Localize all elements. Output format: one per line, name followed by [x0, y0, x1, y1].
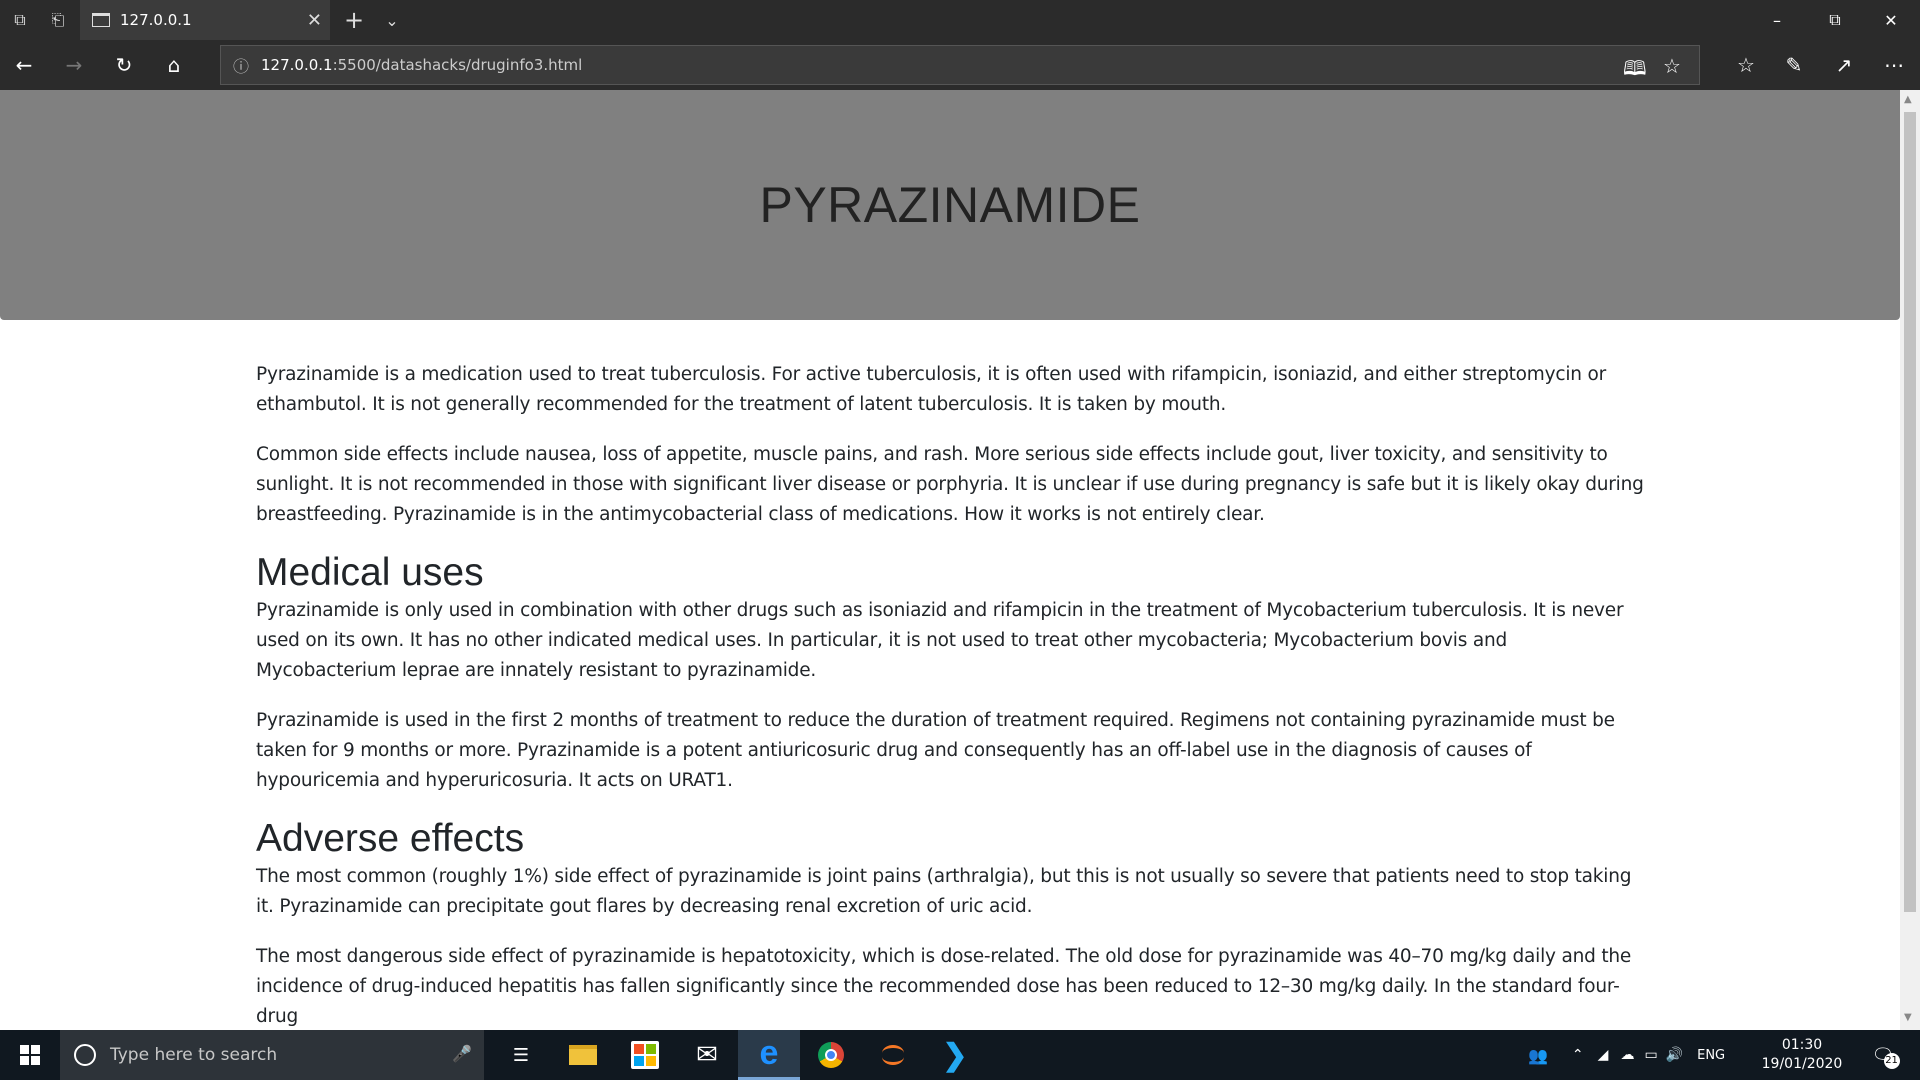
tab-title: 127.0.0.1	[120, 11, 192, 29]
section-paragraph: The most dangerous side effect of pyrazi…	[256, 946, 1632, 1027]
browser-tab[interactable]: 127.0.0.1 ✕	[80, 0, 330, 40]
section-heading-medical-uses: Medical uses	[256, 551, 484, 594]
page-icon	[92, 13, 110, 27]
reading-view-icon[interactable]: 🕮	[1623, 54, 1647, 88]
page-viewport: PYRAZINAMIDE Pyrazinamide is a medicatio…	[0, 90, 1900, 1030]
restore-icon[interactable]: ⧉	[1806, 0, 1864, 40]
edge-icon[interactable]: e	[738, 1030, 800, 1080]
forward-icon[interactable]: →	[62, 53, 86, 77]
pen-icon[interactable]: ✎	[1782, 53, 1806, 77]
site-info-icon[interactable]: ⓘ	[221, 53, 261, 77]
cortana-icon	[74, 1044, 96, 1066]
tab-actions-icon[interactable]: ⧉	[8, 8, 32, 32]
title-bar: ⧉ ⎗ 127.0.0.1 ✕ + ⌄ – ⧉ ✕	[0, 0, 1920, 40]
favorite-star-icon[interactable]: ☆	[1663, 54, 1681, 78]
battery-icon[interactable]: ▭	[1644, 1047, 1657, 1063]
volume-icon[interactable]: 🔊	[1666, 1047, 1683, 1063]
action-center-icon[interactable]: 🗨 21	[1852, 1030, 1914, 1080]
section-heading-adverse-effects: Adverse effects	[256, 817, 525, 860]
system-tray: 👥 ⌃ ◢ ☁ ▭ 🔊 ENG	[1520, 1030, 1725, 1080]
scroll-down-icon[interactable]: ▼	[1904, 1012, 1912, 1023]
url-path: :5500/datashacks/druginfo3.html	[332, 56, 583, 74]
refresh-icon[interactable]: ↻	[112, 53, 136, 77]
page-title: PYRAZINAMIDE	[759, 177, 1141, 233]
url-host: 127.0.0.1	[261, 56, 333, 74]
set-aside-tabs-icon[interactable]: ⎗	[46, 8, 70, 32]
new-tab-icon[interactable]: +	[342, 6, 366, 34]
clock-date: 19/01/2020	[1761, 1056, 1843, 1072]
microphone-icon[interactable]: 🎤	[452, 1044, 472, 1063]
back-icon[interactable]: ←	[12, 53, 36, 77]
section-paragraph: The most common (roughly 1%) side effect…	[256, 866, 1632, 917]
section-paragraph: Pyrazinamide is used in the first 2 mont…	[256, 710, 1615, 791]
article-content: Pyrazinamide is a medication used to tre…	[256, 360, 1646, 1030]
scroll-up-icon[interactable]: ▲	[1904, 94, 1912, 105]
vscode-icon[interactable]: ❯	[924, 1030, 986, 1080]
taskbar: Type here to search 🎤 ☰ ✉ e ❯ 👥 ⌃ ◢ ☁ ▭ …	[0, 1030, 1920, 1080]
language-indicator[interactable]: ENG	[1697, 1048, 1725, 1063]
taskbar-search[interactable]: Type here to search 🎤	[60, 1030, 484, 1080]
store-icon[interactable]	[614, 1030, 676, 1080]
scroll-thumb[interactable]	[1904, 112, 1916, 912]
url-text[interactable]: 127.0.0.1:5500/datashacks/druginfo3.html	[261, 56, 582, 74]
mail-icon[interactable]: ✉	[676, 1030, 738, 1080]
windows-logo-icon	[20, 1045, 40, 1065]
close-window-icon[interactable]: ✕	[1862, 0, 1920, 40]
intro-paragraph: Common side effects include nausea, loss…	[256, 444, 1644, 525]
home-icon[interactable]: ⌂	[162, 53, 186, 77]
wifi-icon[interactable]: ◢	[1598, 1047, 1609, 1063]
section-paragraph: Pyrazinamide is only used in combination…	[256, 600, 1624, 681]
file-explorer-icon[interactable]	[552, 1030, 614, 1080]
vertical-scrollbar[interactable]: ▲ ▼	[1900, 90, 1920, 1030]
search-placeholder: Type here to search	[110, 1045, 278, 1065]
jupyter-icon[interactable]	[862, 1030, 924, 1080]
close-tab-icon[interactable]: ✕	[307, 10, 322, 31]
clock-time: 01:30	[1781, 1037, 1823, 1053]
intro-paragraph: Pyrazinamide is a medication used to tre…	[256, 364, 1606, 415]
people-icon[interactable]: 👥	[1528, 1046, 1548, 1065]
address-bar[interactable]: ⓘ 127.0.0.1:5500/datashacks/druginfo3.ht…	[220, 45, 1700, 85]
page-header: PYRAZINAMIDE	[0, 90, 1900, 320]
show-hidden-icons-chevron-icon[interactable]: ⌃	[1572, 1047, 1584, 1063]
clock[interactable]: 01:30 19/01/2020	[1752, 1036, 1852, 1074]
share-icon[interactable]: ↗	[1832, 53, 1856, 77]
tab-preview-chevron-icon[interactable]: ⌄	[380, 8, 404, 32]
more-icon[interactable]: ⋯	[1882, 53, 1906, 77]
favorites-hub-icon[interactable]: ☆	[1734, 53, 1758, 77]
notification-count: 21	[1883, 1052, 1900, 1069]
chrome-icon[interactable]	[800, 1030, 862, 1080]
start-button[interactable]	[0, 1030, 60, 1080]
onedrive-icon[interactable]: ☁	[1620, 1047, 1634, 1063]
minimize-icon[interactable]: –	[1748, 0, 1806, 40]
task-view-icon[interactable]: ☰	[490, 1030, 552, 1080]
